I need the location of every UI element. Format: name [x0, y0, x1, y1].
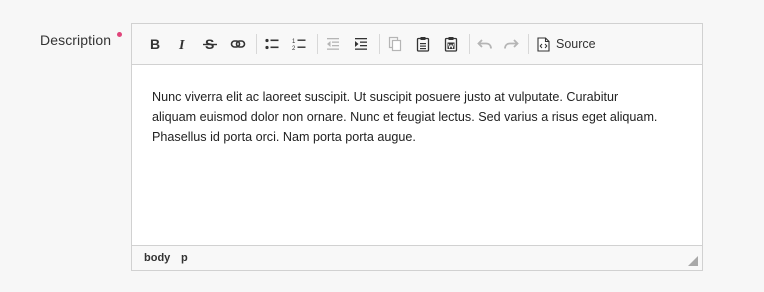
italic-button[interactable]: I: [170, 33, 194, 55]
svg-text:I: I: [178, 38, 185, 52]
redo-button[interactable]: [499, 33, 523, 55]
undo-button[interactable]: [473, 33, 497, 55]
svg-text:1: 1: [292, 39, 296, 45]
strikethrough-icon: S: [203, 36, 217, 52]
indent-button[interactable]: [349, 33, 373, 55]
toolbar-separator: [379, 34, 380, 54]
numbered-list-icon: 1 2: [292, 39, 306, 52]
required-indicator: [117, 32, 122, 37]
element-path-body[interactable]: body: [144, 252, 170, 264]
undo-icon: [477, 39, 492, 49]
editor-toolbar: B I S: [132, 24, 702, 65]
content-line: aliquam euismod dolor non ornare. Nunc e…: [152, 110, 658, 124]
numbered-list-button[interactable]: 1 2: [287, 33, 311, 55]
content-line: Phasellus id porta orci. Nam porta porta…: [152, 130, 416, 144]
description-field: Description B I S: [0, 0, 764, 292]
link-button[interactable]: [226, 33, 250, 55]
editor-content-area[interactable]: Nunc viverra elit ac laoreet suscipit. U…: [132, 65, 702, 245]
bulleted-list-icon: [265, 38, 279, 50]
bold-button[interactable]: B: [143, 33, 167, 55]
field-label: Description: [40, 32, 112, 48]
toolbar-separator: [528, 34, 529, 54]
outdent-icon: [327, 38, 339, 50]
rich-text-editor: B I S: [131, 23, 703, 271]
outdent-button[interactable]: [321, 33, 345, 55]
toolbar-separator: [317, 34, 318, 54]
paste-icon: [416, 37, 430, 52]
editor-statusbar: body p: [132, 245, 702, 270]
svg-text:2: 2: [292, 46, 296, 52]
toolbar-separator: [256, 34, 257, 54]
source-button-label: Source: [556, 37, 596, 51]
element-path-p[interactable]: p: [181, 252, 188, 264]
copy-button[interactable]: [383, 33, 407, 55]
content-line: Nunc viverra elit ac laoreet suscipit. U…: [152, 90, 619, 104]
bulleted-list-button[interactable]: [260, 33, 284, 55]
source-icon: [537, 36, 550, 52]
indent-icon: [355, 38, 367, 50]
bold-icon: B: [150, 36, 160, 52]
strikethrough-button[interactable]: S: [198, 33, 222, 55]
link-icon: [230, 40, 246, 48]
paste-from-word-button[interactable]: [439, 33, 463, 55]
paste-button[interactable]: [411, 33, 435, 55]
copy-icon: [388, 36, 402, 52]
redo-icon: [504, 39, 519, 49]
source-button[interactable]: Source: [533, 33, 600, 55]
paste-word-icon: [444, 37, 458, 52]
svg-text:B: B: [150, 36, 160, 52]
toolbar-separator: [469, 34, 470, 54]
italic-icon: I: [178, 38, 185, 52]
resize-handle-icon[interactable]: [688, 256, 698, 266]
